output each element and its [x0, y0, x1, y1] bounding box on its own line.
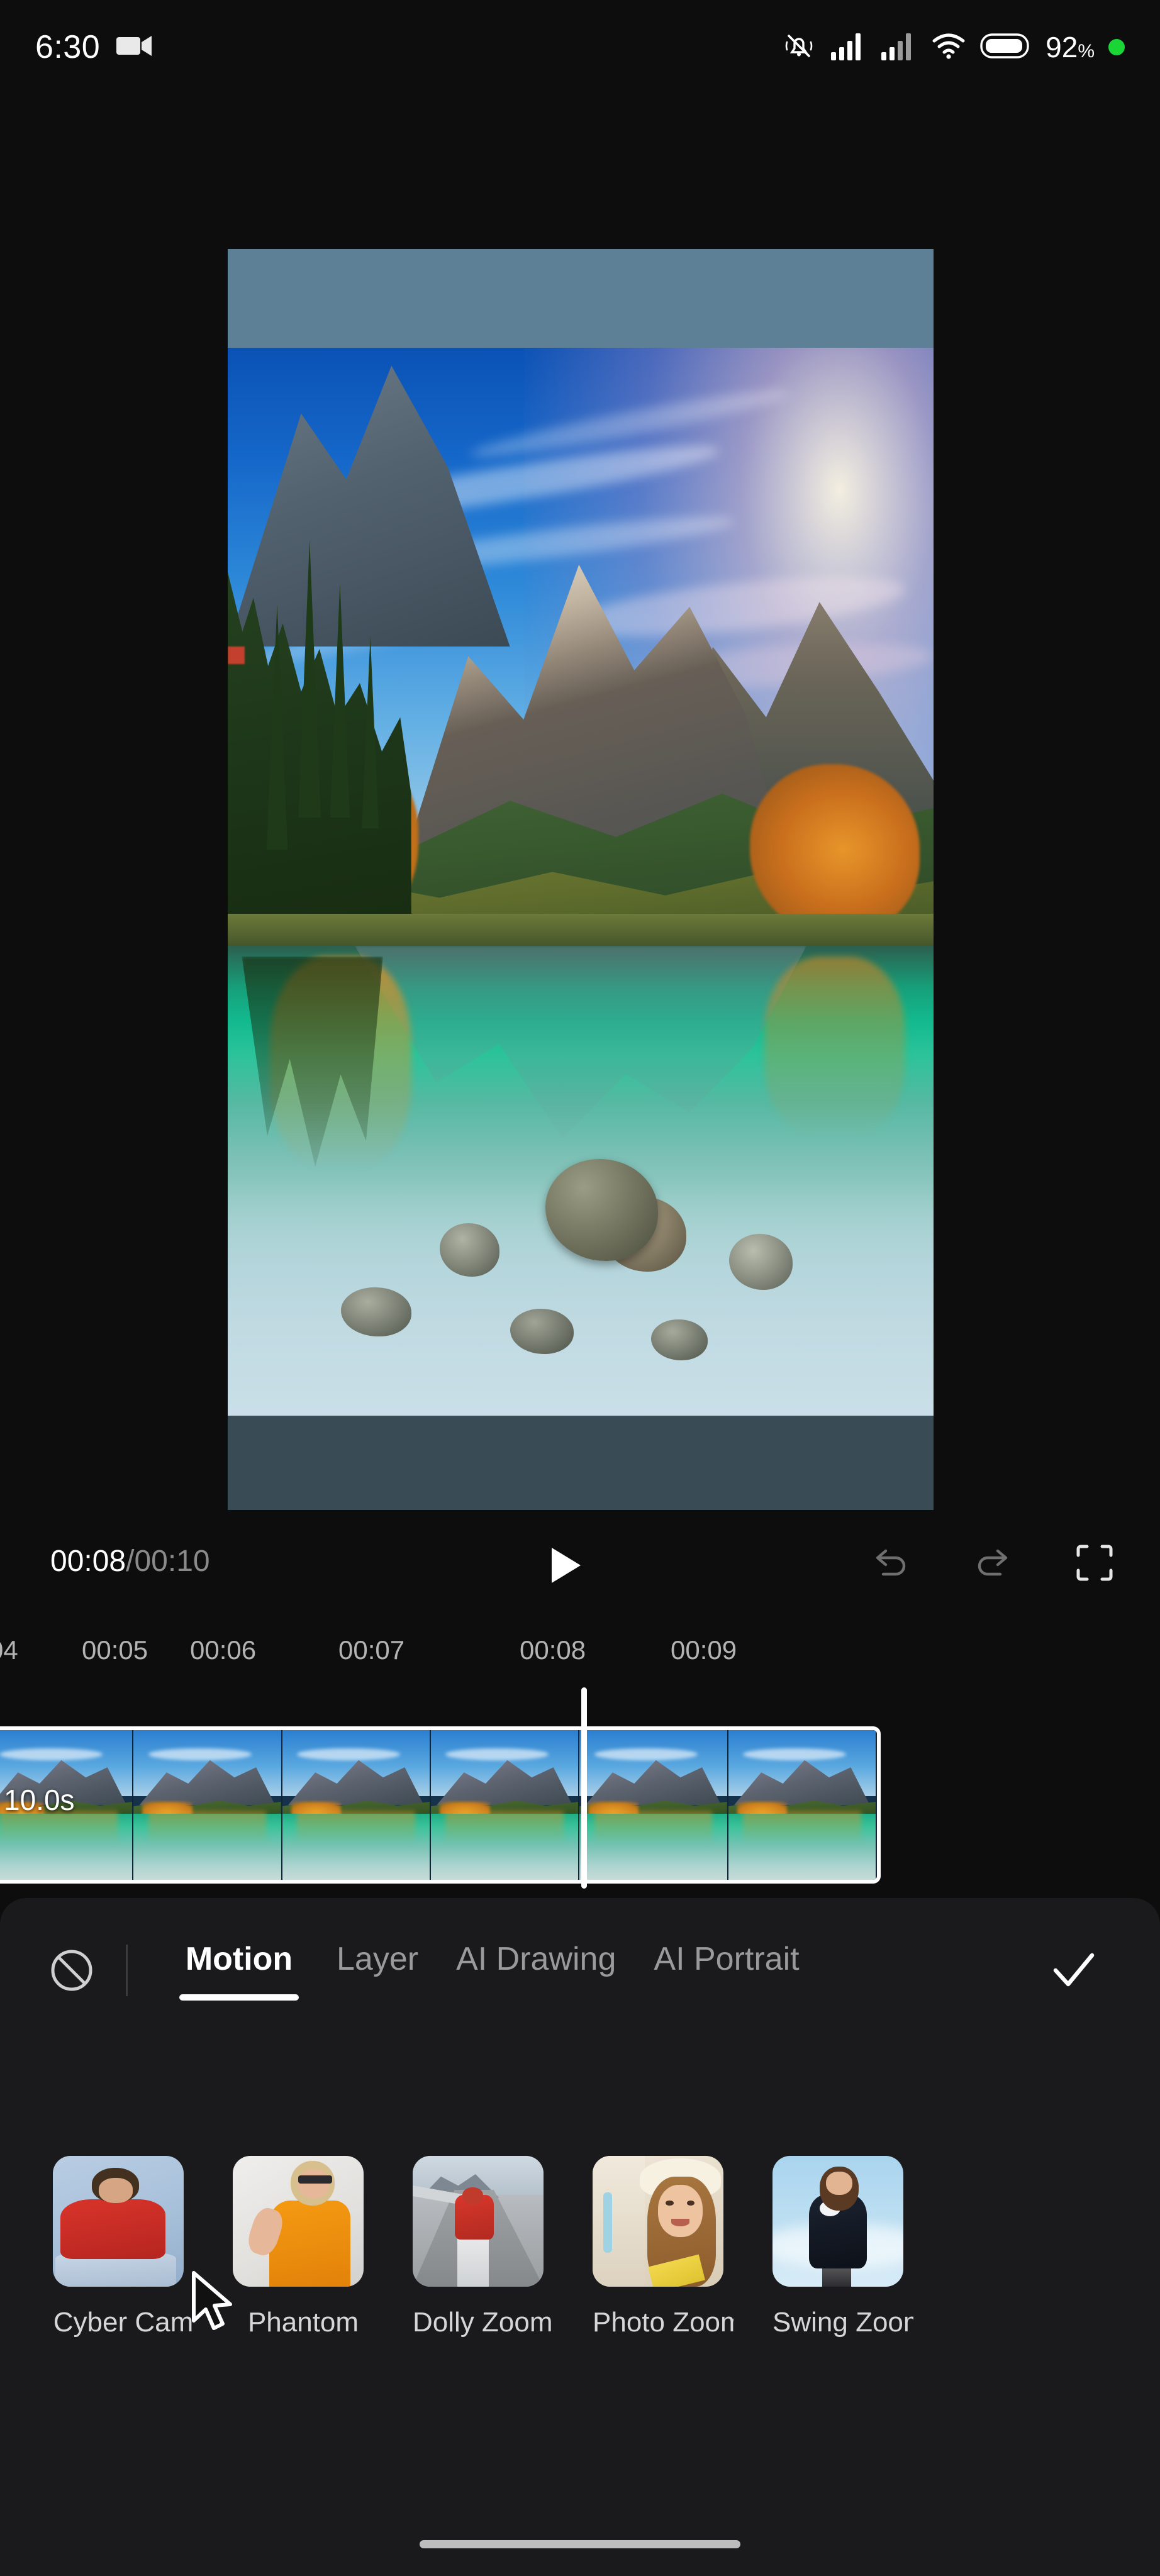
ruler-tick: 00:08: [520, 1635, 586, 1665]
clip-frame: [430, 1730, 580, 1880]
ban-icon[interactable]: [45, 1944, 98, 1997]
effect-thumbnail: [593, 2156, 723, 2287]
tab-layer[interactable]: Layer: [318, 1940, 437, 2001]
effect-label: Dolly Zoom F: [413, 2307, 554, 2338]
tab-label: Layer: [337, 1941, 419, 1977]
status-bar: 6:30 92%: [0, 0, 1160, 94]
signal-bars-secondary-icon: [881, 31, 917, 64]
check-icon[interactable]: [1044, 1941, 1102, 1999]
effect-label: Photo Zoom: [593, 2307, 733, 2338]
app-root: 6:30 92% 00:08/00:10 4 00:05 00:06 00:07…: [0, 0, 1160, 2576]
effect-thumbnail: [772, 2156, 903, 2287]
timeline-track[interactable]: 10.0s: [0, 1726, 1160, 1884]
effect-thumbnail: [413, 2156, 544, 2287]
tab-divider: [126, 1945, 128, 1996]
effect-thumbnail: [53, 2156, 184, 2287]
scene-rock: [651, 1319, 708, 1360]
clip-frame: [282, 1730, 431, 1880]
tab-label: Motion: [185, 1941, 293, 1977]
effect-item-phantom[interactable]: Phantom: [233, 2156, 364, 2458]
effects-list[interactable]: Cyber Cam Phantom Dolly Zoom F: [0, 2156, 1160, 2458]
ruler-tick: 00:09: [671, 1635, 737, 1665]
effect-label: Phantom: [247, 2307, 359, 2338]
video-clip[interactable]: 10.0s: [0, 1726, 881, 1884]
play-button[interactable]: [552, 1548, 581, 1583]
ruler-tick: 00:07: [338, 1635, 405, 1665]
ruler-tick: 00:06: [190, 1635, 257, 1665]
ruler-tick: 04: [0, 1635, 18, 1665]
tab-ai-portrait[interactable]: AI Portrait: [635, 1940, 818, 2001]
video-preview[interactable]: [228, 249, 934, 1510]
timeline-ruler[interactable]: 04 00:05 00:06 00:07 00:08 00:09: [0, 1635, 1160, 1685]
preview-scene: [228, 348, 934, 1416]
clip-frame: [579, 1730, 728, 1880]
video-camera-icon: [116, 33, 154, 62]
effect-item-cyber-cam[interactable]: Cyber Cam: [53, 2156, 193, 2458]
tab-ai-drawing[interactable]: AI Drawing: [437, 1940, 635, 2001]
effect-item-photo-zoom[interactable]: Photo Zoom: [593, 2156, 733, 2458]
effects-panel: Motion Layer AI Drawing AI Portrait Cybe…: [0, 1898, 1160, 2576]
home-indicator[interactable]: [420, 2540, 740, 2548]
playback-controls: 00:08/00:10: [0, 1525, 1160, 1613]
panel-tab-bar: Motion Layer AI Drawing AI Portrait: [0, 1898, 1160, 2043]
scene-autumn-trees-right: [750, 764, 920, 935]
effect-label: Cyber Cam: [53, 2307, 194, 2338]
clip-frame: [728, 1730, 877, 1880]
signal-bars-icon: [830, 31, 867, 64]
bell-mute-icon: [781, 28, 817, 67]
effect-item-swing-zoom[interactable]: Swing Zoom: [772, 2156, 913, 2458]
tab-motion[interactable]: Motion: [160, 1940, 318, 2001]
clip-frame: [0, 1730, 134, 1880]
tab-label: AI Drawing: [456, 1941, 616, 1977]
scene-red-pebble: [228, 647, 245, 664]
battery-icon: [980, 32, 1032, 63]
fullscreen-button[interactable]: [1071, 1539, 1118, 1587]
status-bar-left: 6:30: [35, 28, 154, 66]
letterbox-top: [228, 249, 934, 348]
redo-button[interactable]: [969, 1539, 1017, 1587]
battery-percentage: 92%: [1046, 31, 1095, 64]
wifi-icon: [931, 31, 966, 64]
undo-button[interactable]: [867, 1539, 915, 1587]
ruler-tick: 00:05: [82, 1635, 148, 1665]
tab-list: Motion Layer AI Drawing AI Portrait: [160, 1940, 1044, 2001]
editor-action-icons: [867, 1539, 1118, 1587]
scene-rock: [510, 1309, 574, 1354]
playback-time: 00:08/00:10: [50, 1545, 210, 1578]
status-time: 6:30: [35, 29, 101, 65]
status-bar-right: 92%: [781, 28, 1125, 67]
tab-label: AI Portrait: [654, 1941, 800, 1977]
effect-thumbnail: [233, 2156, 364, 2287]
effect-item-dolly-zoom[interactable]: Dolly Zoom F: [413, 2156, 554, 2458]
letterbox-bottom: [228, 1416, 934, 1510]
scene-reflection-autumn-right: [764, 956, 906, 1138]
privacy-indicator-dot: [1108, 39, 1125, 55]
clip-frame: [133, 1730, 282, 1880]
timeline-playhead[interactable]: [581, 1687, 587, 1889]
tab-active-underline: [179, 1994, 299, 2001]
effect-label: Swing Zoom: [772, 2307, 913, 2338]
